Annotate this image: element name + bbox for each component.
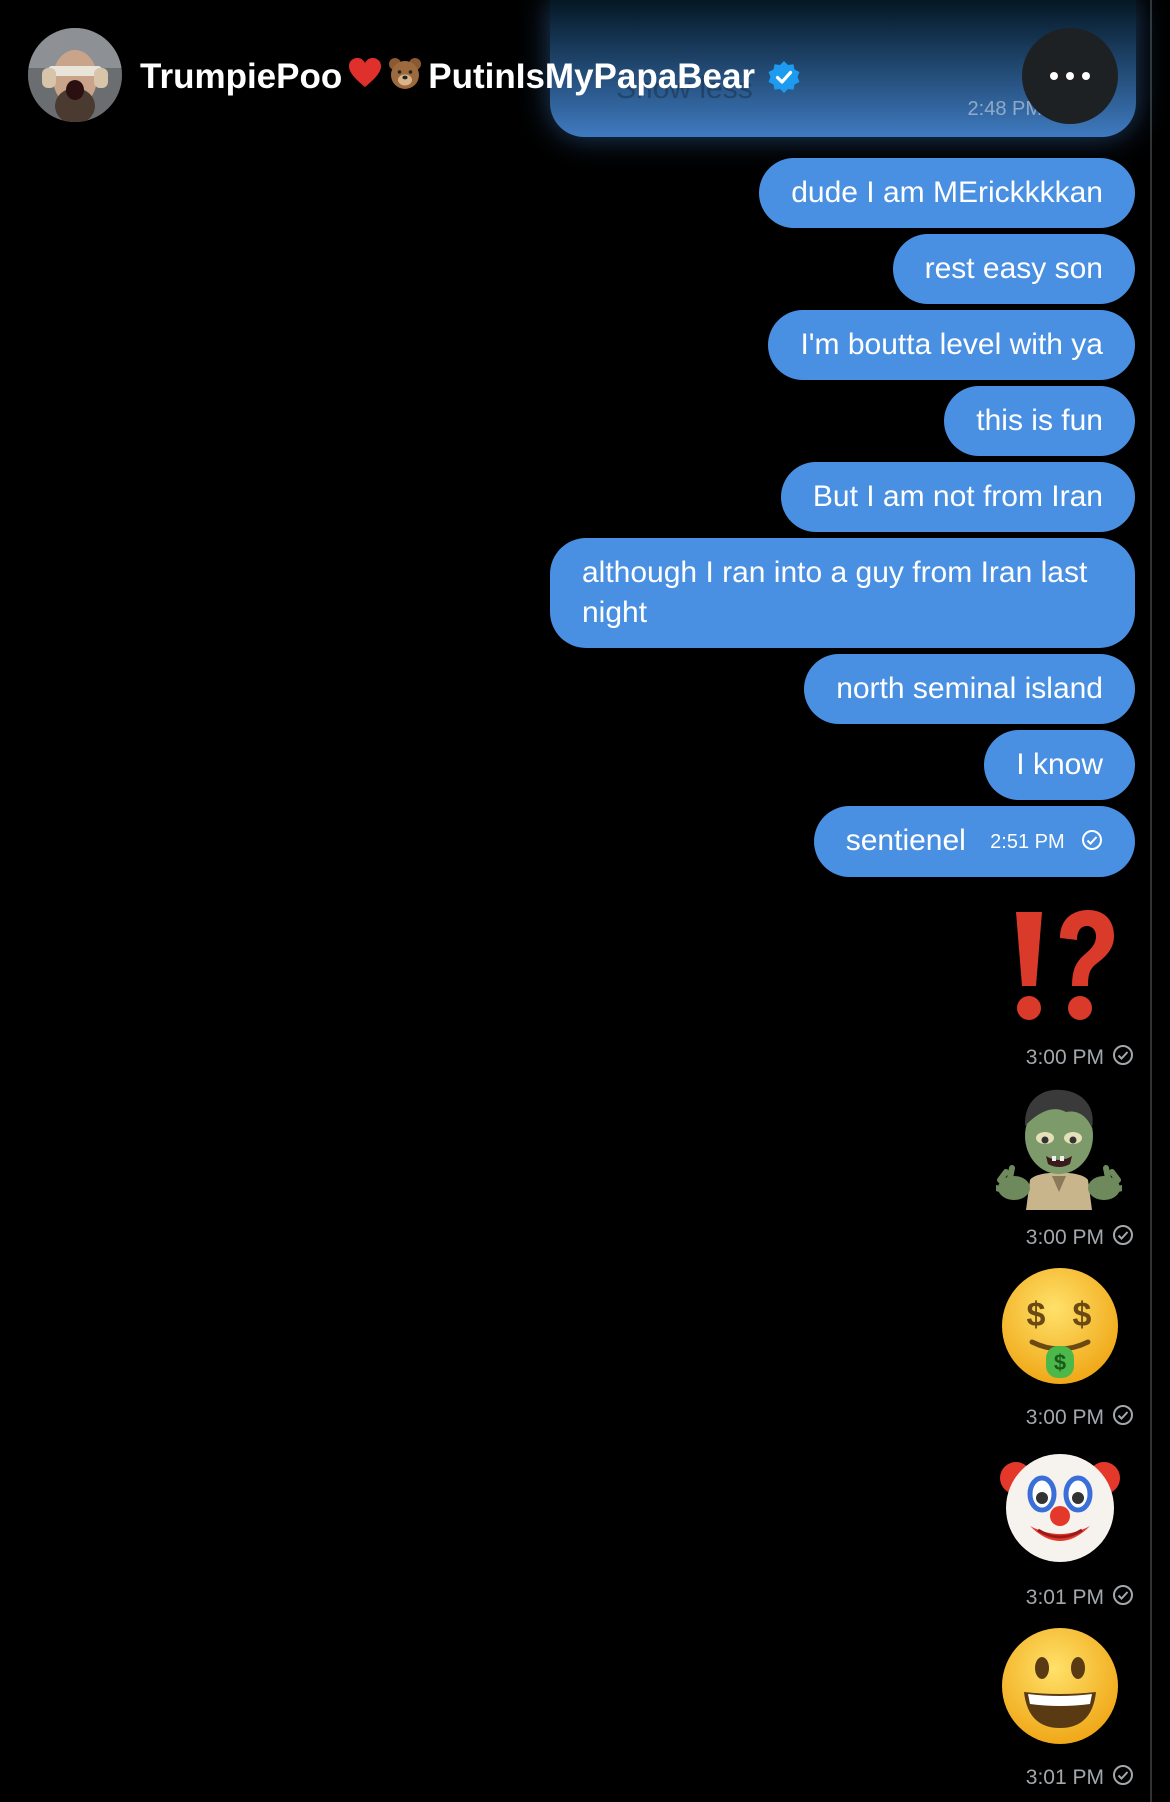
message-timestamp-row: 3:00 PM: [1026, 1044, 1134, 1072]
message-text: dude I am MErickkkkan: [791, 176, 1103, 209]
message-timestamp-row: 3:01 PM: [1026, 1764, 1134, 1792]
message-text: rest easy son: [924, 252, 1103, 285]
sent-check-icon: [1112, 1224, 1134, 1252]
dm-conversation-screen: Show less 2:48 PM TrumpiePoo PutinIsMyPa…: [0, 0, 1170, 1802]
grinning-face-icon[interactable]: [998, 1624, 1122, 1748]
message-bubble[interactable]: sentienel 2:51 PM: [813, 806, 1135, 878]
message-timestamp: 3:00 PM: [1025, 1226, 1104, 1249]
message-timestamp: 3:01 PM: [1025, 1586, 1104, 1609]
conversation-title[interactable]: TrumpiePoo PutinIsMyPapaBear: [140, 52, 801, 102]
message-text: this is fun: [976, 404, 1103, 437]
message-bubble[interactable]: I'm boutta level with ya: [768, 310, 1135, 380]
sent-check-icon: [1112, 1044, 1134, 1072]
display-name: TrumpiePoo: [140, 57, 343, 96]
message-timestamp: 3:01 PM: [1025, 1766, 1104, 1789]
svg-text:$: $: [1073, 1296, 1092, 1334]
message-bubble[interactable]: But I am not from Iran: [780, 462, 1135, 532]
conversation-header: TrumpiePoo PutinIsMyPapaBear: [0, 0, 1150, 140]
message-timestamp-row: 3:00 PM: [1026, 1404, 1134, 1432]
clown-face-icon[interactable]: [998, 1444, 1122, 1568]
divider: [1150, 0, 1152, 1802]
sent-check-icon: [1112, 1764, 1134, 1792]
verified-badge-icon: [767, 60, 801, 94]
message-bubble[interactable]: dude I am MErickkkkan: [759, 158, 1135, 228]
message-bubble[interactable]: rest easy son: [892, 234, 1135, 304]
message-timestamp-row: 3:00 PM: [1026, 1224, 1134, 1252]
exclamation-question-mark-icon[interactable]: [998, 906, 1122, 1030]
message-bubble[interactable]: I know: [984, 730, 1135, 800]
message-timestamp-row: 3:01 PM: [1026, 1584, 1134, 1612]
svg-text:$: $: [1027, 1296, 1046, 1334]
heart-icon: [348, 57, 382, 98]
message-timestamp: 2:51 PM: [990, 831, 1065, 854]
avatar[interactable]: [28, 28, 122, 122]
message-timestamp: 3:00 PM: [1025, 1406, 1104, 1429]
svg-text:$: $: [1054, 1350, 1066, 1375]
more-options-button[interactable]: [1022, 28, 1118, 124]
display-name-suffix: PutinIsMyPapaBear: [428, 57, 756, 96]
message-text: north seminal island: [836, 672, 1103, 705]
money-mouth-face-icon[interactable]: $ $ $: [998, 1264, 1122, 1388]
message-text: But I am not from Iran: [812, 480, 1103, 513]
message-text: sentienel: [845, 824, 966, 857]
message-timestamp: 3:00 PM: [1025, 1046, 1104, 1069]
message-text: I know: [1016, 748, 1103, 781]
message-text: although I ran into a guy from Iran last…: [582, 556, 1088, 629]
ellipsis-icon: [1050, 72, 1058, 80]
message-bubble[interactable]: although I ran into a guy from Iran last…: [550, 538, 1135, 648]
message-list: dude I am MErickkkkan rest easy son I'm …: [0, 0, 1150, 1802]
sent-check-icon: [1112, 1584, 1134, 1612]
sent-check-icon: [1112, 1404, 1134, 1432]
message-bubble[interactable]: north seminal island: [804, 654, 1135, 724]
sent-check-icon: [1081, 822, 1103, 862]
message-bubble[interactable]: this is fun: [944, 386, 1135, 456]
zombie-icon[interactable]: [993, 1084, 1125, 1210]
message-text: I'm boutta level with ya: [800, 328, 1103, 361]
bear-icon: [388, 56, 422, 99]
